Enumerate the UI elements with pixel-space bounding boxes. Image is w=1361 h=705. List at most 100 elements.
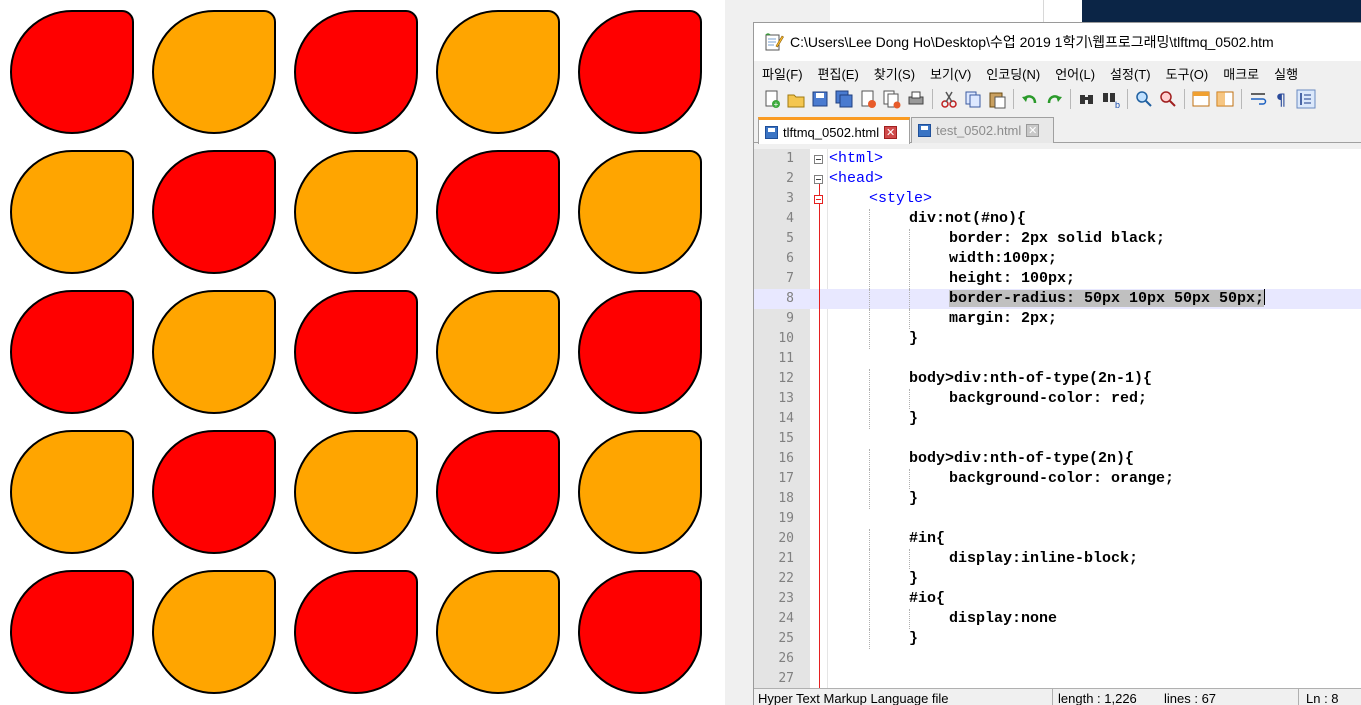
code-text: body>div:nth-of-type(2n-1){ <box>909 370 1153 387</box>
toolbar-separator <box>1070 89 1071 109</box>
code-line[interactable]: 24 display:none <box>754 609 1361 629</box>
code-editor[interactable]: 1 <html> 2 <head> 3 <style> 4 div:not(#no){5 bor… <box>754 149 1361 688</box>
code-line[interactable]: 5 border: 2px solid black; <box>754 229 1361 249</box>
code-line[interactable]: 8 border-radius: 50px 10px 50px 50px; <box>754 289 1361 309</box>
show-all-chars-icon[interactable]: ¶ <box>1272 89 1292 109</box>
code-line[interactable]: 6 width:100px; <box>754 249 1361 269</box>
line-number: 9 <box>786 311 794 326</box>
code-line[interactable]: 2 <head> <box>754 169 1361 189</box>
zoom-in-icon[interactable] <box>1134 89 1154 109</box>
code-line[interactable]: 1 <html> <box>754 149 1361 169</box>
close-tab-icon[interactable]: ✕ <box>1026 124 1040 137</box>
replace-icon[interactable]: b <box>1101 89 1121 110</box>
indent-guide <box>869 309 870 329</box>
toolbar: + b ¶ <box>754 85 1361 113</box>
redo-icon[interactable] <box>1044 89 1064 109</box>
line-number: 23 <box>778 591 794 606</box>
code-text: } <box>909 490 919 507</box>
code-line[interactable]: 20 #in{ <box>754 529 1361 549</box>
close-all-icon[interactable] <box>882 89 902 109</box>
open-file-icon[interactable] <box>786 89 806 109</box>
code-line[interactable]: 9 margin: 2px; <box>754 309 1361 329</box>
code-text: } <box>909 410 919 427</box>
menu-item[interactable]: 매크로 <box>1215 64 1266 83</box>
close-tab-icon[interactable]: ✕ <box>884 125 898 139</box>
drop-shape-red <box>294 290 418 414</box>
tab-label: test_0502.html <box>936 123 1022 138</box>
desktop-wallpaper-strip <box>1082 0 1361 24</box>
code-line[interactable]: 23 #io{ <box>754 589 1361 609</box>
close-icon[interactable] <box>858 89 878 109</box>
menu-item[interactable]: 실행 <box>1266 64 1305 83</box>
code-line[interactable]: 11 <box>754 349 1361 369</box>
menu-item[interactable]: 설정(T) <box>1102 64 1158 83</box>
indent-guide-icon[interactable] <box>1296 89 1316 109</box>
code-line[interactable]: 21 display:inline-block; <box>754 549 1361 569</box>
drop-shape-red <box>294 10 418 134</box>
code-line[interactable]: 16 body>div:nth-of-type(2n){ <box>754 449 1361 469</box>
code-line[interactable]: 27 <box>754 669 1361 688</box>
indent-guide <box>869 389 870 409</box>
zoom-out-icon[interactable] <box>1158 89 1178 109</box>
line-number: 27 <box>778 671 794 686</box>
menu-item[interactable]: 찾기(S) <box>866 64 922 83</box>
print-icon[interactable] <box>906 89 926 109</box>
cut-icon[interactable] <box>939 89 959 109</box>
new-file-icon[interactable]: + <box>762 89 782 109</box>
menu-item[interactable]: 언어(L) <box>1047 64 1102 83</box>
window-title: C:\Users\Lee Dong Ho\Desktop\수업 2019 1학기… <box>790 34 1274 50</box>
paste-icon[interactable] <box>987 89 1007 109</box>
code-line[interactable]: 22} <box>754 569 1361 589</box>
menu-item[interactable]: 도구(O) <box>1158 64 1216 83</box>
code-line[interactable]: 15 <box>754 429 1361 449</box>
menu-item[interactable]: 편집(E) <box>810 64 866 83</box>
fold-toggle-icon[interactable] <box>814 155 823 164</box>
code-line[interactable]: 12 body>div:nth-of-type(2n-1){ <box>754 369 1361 389</box>
title-bar[interactable]: C:\Users\Lee Dong Ho\Desktop\수업 2019 1학기… <box>754 23 1361 61</box>
code-line[interactable]: 7 height: 100px; <box>754 269 1361 289</box>
save-icon[interactable] <box>810 89 830 109</box>
indent-guide <box>869 289 870 309</box>
menu-item[interactable]: 파일(F) <box>754 64 810 83</box>
menu-item[interactable]: 보기(V) <box>922 64 978 83</box>
code-line[interactable]: 4 div:not(#no){ <box>754 209 1361 229</box>
code-line[interactable]: 10} <box>754 329 1361 349</box>
code-line[interactable]: 14} <box>754 409 1361 429</box>
drop-shape-orange <box>152 570 276 694</box>
code-line[interactable]: 13 background-color: red; <box>754 389 1361 409</box>
toolbar-separator <box>932 89 933 109</box>
line-number: 22 <box>778 571 794 586</box>
notepad-plus-plus-window: C:\Users\Lee Dong Ho\Desktop\수업 2019 1학기… <box>753 22 1361 705</box>
line-number: 16 <box>778 451 794 466</box>
find-icon[interactable] <box>1077 89 1097 109</box>
code-line[interactable]: 17 background-color: orange; <box>754 469 1361 489</box>
drop-shape-red <box>578 570 702 694</box>
code-text: margin: 2px; <box>949 310 1058 327</box>
code-line[interactable]: 25} <box>754 629 1361 649</box>
word-wrap-icon[interactable] <box>1248 89 1268 109</box>
drop-shape-red <box>10 290 134 414</box>
tab-test-0502[interactable]: test_0502.html ✕ <box>911 117 1054 143</box>
code-line[interactable]: 26 <box>754 649 1361 669</box>
code-line[interactable]: 18} <box>754 489 1361 509</box>
tab-tlftmq-0502[interactable]: tlftmq_0502.html ✕ <box>758 117 910 144</box>
code-text: border-radius: 50px 10px 50px 50px; <box>949 289 1266 309</box>
menu-item[interactable]: 인코딩(N) <box>978 64 1047 83</box>
sync-vertical-icon[interactable] <box>1191 89 1211 109</box>
drop-shape-orange <box>152 290 276 414</box>
indent-guide <box>909 549 910 569</box>
fold-toggle-icon[interactable] <box>814 195 823 204</box>
code-line[interactable]: 19 <box>754 509 1361 529</box>
sync-horizontal-icon[interactable] <box>1215 89 1235 109</box>
indent-guide <box>869 249 870 269</box>
line-number: 24 <box>778 611 794 626</box>
line-number: 12 <box>778 371 794 386</box>
copy-icon[interactable] <box>963 89 983 109</box>
line-number: 2 <box>786 171 794 186</box>
save-all-icon[interactable] <box>834 89 854 109</box>
code-line[interactable]: 3 <style> <box>754 189 1361 209</box>
undo-icon[interactable] <box>1020 89 1040 109</box>
fold-toggle-icon[interactable] <box>814 175 823 184</box>
drop-shape-orange <box>294 430 418 554</box>
indent-guide <box>869 489 870 509</box>
